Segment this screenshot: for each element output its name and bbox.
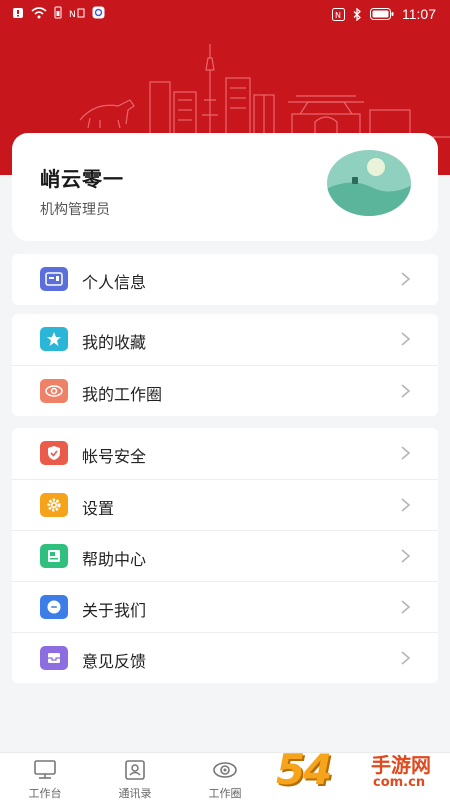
chevron-right-icon: [401, 498, 411, 512]
notification-icon: [13, 7, 23, 18]
watermark-url: com.cn: [373, 775, 426, 790]
menu-item-personal-info[interactable]: 个人信息: [12, 254, 438, 305]
help-book-icon: [40, 544, 68, 568]
menu-item-settings[interactable]: 设置: [12, 479, 438, 530]
status-time: 11:07: [402, 6, 436, 22]
feedback-box-icon: [40, 646, 68, 670]
tab-work-circle[interactable]: 工作圈: [180, 753, 270, 800]
gear-icon: [40, 493, 68, 517]
menu-item-favorites[interactable]: 我的收藏: [12, 314, 438, 365]
menu-group-settings: 帐号安全 设置 帮助中心 关于我们 意见反馈: [12, 428, 438, 683]
eye-icon: [40, 379, 68, 403]
svg-text:N: N: [335, 11, 341, 20]
avatar[interactable]: [326, 149, 412, 217]
menu-label: 意见反馈: [82, 652, 147, 671]
menu-group-personal: 个人信息: [12, 254, 438, 305]
id-card-icon: [40, 267, 68, 291]
menu-label: 个人信息: [82, 273, 147, 292]
nfc-status-icon: N: [332, 7, 345, 21]
profile-card[interactable]: 峭云零一 机构管理员: [12, 133, 438, 241]
chevron-right-icon: [401, 651, 411, 665]
chat-icon: [40, 595, 68, 619]
tab-contacts[interactable]: 通讯录: [90, 753, 180, 800]
watermark-digits: 54: [276, 745, 332, 794]
menu-label: 关于我们: [82, 601, 147, 620]
menu-label: 我的收藏: [82, 333, 147, 352]
menu-item-feedback[interactable]: 意见反馈: [12, 632, 438, 683]
menu-label: 设置: [82, 499, 115, 518]
menu-item-my-work-circle[interactable]: 我的工作圈: [12, 365, 438, 416]
chevron-right-icon: [401, 549, 411, 563]
site-watermark-logo: 54 手游网 com.cn: [276, 745, 446, 800]
menu-label: 帐号安全: [82, 447, 147, 466]
watermark-brand: 手游网: [371, 753, 431, 777]
battery-icon: [370, 8, 394, 20]
nfc-icon: N: [69, 8, 85, 19]
star-icon: [40, 327, 68, 351]
shield-icon: [92, 6, 105, 19]
eye-icon: [213, 762, 237, 778]
svg-text:N: N: [69, 10, 76, 19]
menu-item-account-security[interactable]: 帐号安全: [12, 428, 438, 479]
chevron-right-icon: [401, 332, 411, 346]
status-bar: N N 11:07: [0, 0, 450, 30]
tab-label: 通讯录: [118, 787, 152, 800]
bluetooth-icon: [353, 7, 361, 21]
battery-saver-icon: [54, 6, 62, 19]
profile-role: 机构管理员: [40, 202, 110, 218]
menu-item-about-us[interactable]: 关于我们: [12, 581, 438, 632]
contacts-icon: [125, 760, 145, 780]
tab-label: 工作台: [28, 787, 62, 800]
profile-name: 峭云零一: [40, 167, 124, 191]
chevron-right-icon: [401, 600, 411, 614]
tab-workbench[interactable]: 工作台: [0, 753, 90, 800]
city-skyline-illustration: [60, 44, 450, 138]
tab-label: 工作圈: [208, 787, 242, 800]
menu-label: 帮助中心: [82, 550, 147, 569]
chevron-right-icon: [401, 272, 411, 286]
menu-label: 我的工作圈: [82, 385, 163, 404]
wifi-icon: [31, 6, 47, 18]
menu-item-help-center[interactable]: 帮助中心: [12, 530, 438, 581]
chevron-right-icon: [401, 446, 411, 460]
monitor-icon: [34, 760, 56, 779]
chevron-right-icon: [401, 384, 411, 398]
shield-check-icon: [40, 441, 68, 465]
menu-group-collections: 我的收藏 我的工作圈: [12, 314, 438, 416]
